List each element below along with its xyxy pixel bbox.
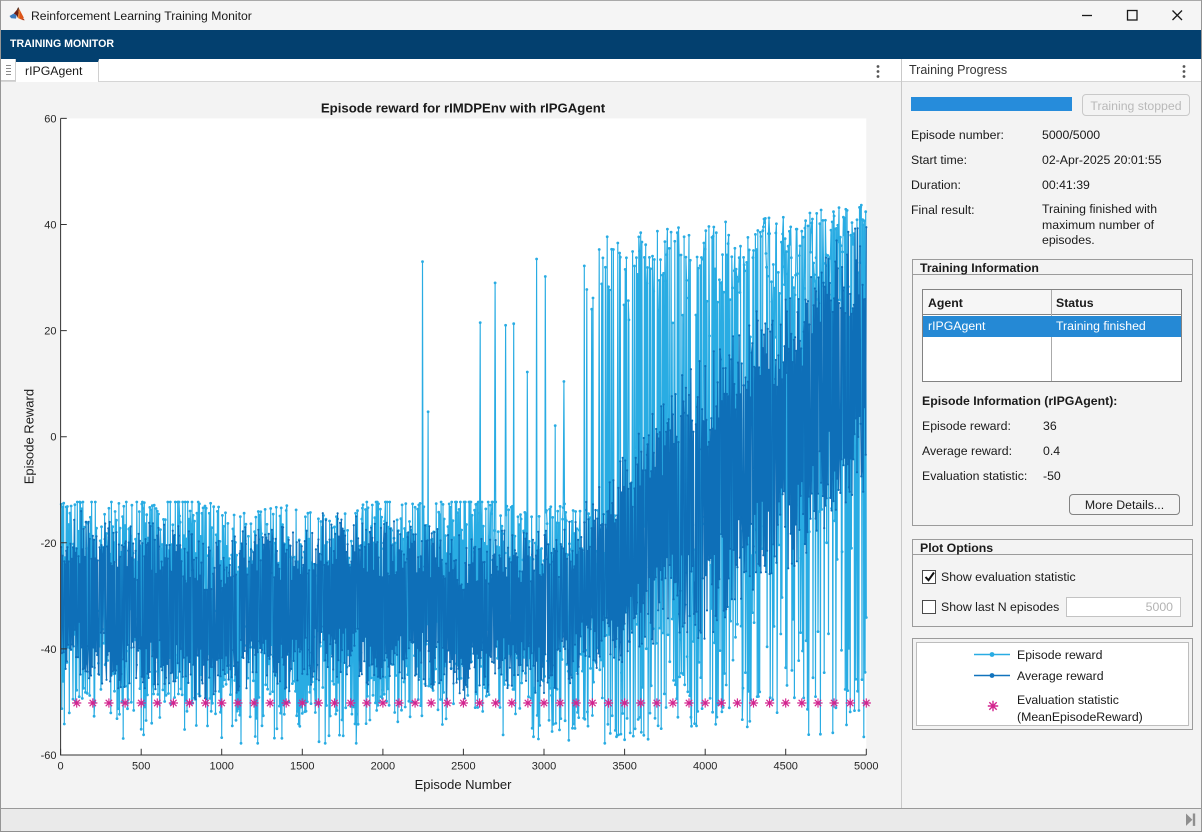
- svg-text:5000: 5000: [854, 760, 878, 772]
- svg-text:2500: 2500: [451, 760, 475, 772]
- svg-text:Episode Number: Episode Number: [415, 777, 512, 792]
- svg-text:3500: 3500: [612, 760, 636, 772]
- svg-text:Episode reward for rIMDPEnv wi: Episode reward for rIMDPEnv with rIPGAge…: [321, 101, 606, 116]
- svg-text:-60: -60: [41, 750, 57, 762]
- svg-text:0: 0: [58, 760, 64, 772]
- svg-text:-20: -20: [41, 538, 57, 550]
- svg-text:20: 20: [44, 326, 56, 338]
- svg-text:-40: -40: [41, 644, 57, 656]
- svg-text:0: 0: [50, 432, 56, 444]
- svg-text:Episode Reward: Episode Reward: [22, 389, 37, 484]
- svg-text:4000: 4000: [693, 760, 717, 772]
- svg-text:1000: 1000: [209, 760, 233, 772]
- svg-text:2000: 2000: [371, 760, 395, 772]
- svg-text:1500: 1500: [290, 760, 314, 772]
- svg-text:4500: 4500: [773, 760, 797, 772]
- svg-text:500: 500: [132, 760, 150, 772]
- svg-text:40: 40: [44, 220, 56, 232]
- svg-text:3000: 3000: [532, 760, 556, 772]
- svg-text:60: 60: [44, 113, 56, 125]
